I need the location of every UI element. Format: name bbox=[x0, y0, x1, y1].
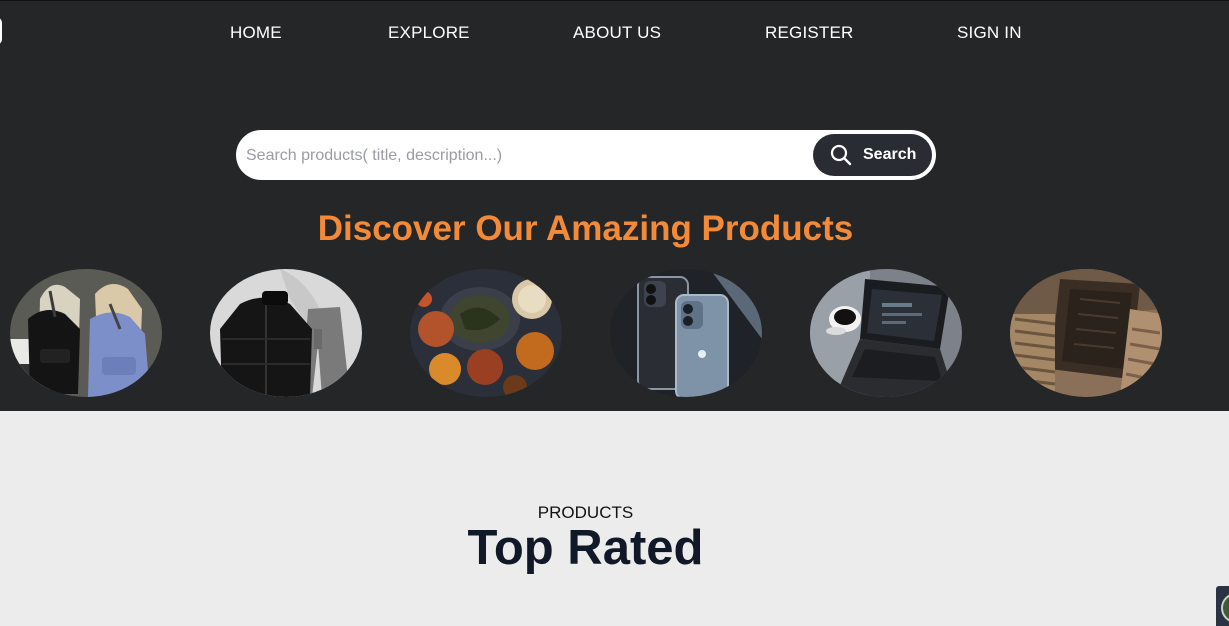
nav-home[interactable]: HOME bbox=[230, 23, 282, 43]
nav-sign-in[interactable]: SIGN IN bbox=[957, 23, 1022, 43]
phones-image bbox=[610, 269, 762, 397]
nav-explore[interactable]: EXPLORE bbox=[388, 23, 470, 43]
category-books[interactable] bbox=[1010, 269, 1162, 397]
search-bar: Search bbox=[236, 130, 936, 180]
search-icon bbox=[830, 144, 852, 166]
category-phones[interactable] bbox=[610, 269, 762, 397]
chat-avatar-icon bbox=[1221, 594, 1229, 622]
search-input[interactable] bbox=[244, 140, 808, 172]
category-backpacks[interactable] bbox=[10, 269, 162, 397]
clothing-image bbox=[210, 269, 362, 397]
category-laptops[interactable] bbox=[810, 269, 962, 397]
laptop-image bbox=[810, 269, 962, 397]
nav-register[interactable]: REGISTER bbox=[765, 23, 854, 43]
search-button[interactable]: Search bbox=[813, 134, 932, 176]
books-image bbox=[1010, 269, 1162, 397]
category-food[interactable] bbox=[410, 269, 562, 397]
chat-widget-button[interactable] bbox=[1216, 586, 1229, 626]
section-title: Top Rated bbox=[467, 521, 704, 575]
category-clothing[interactable] bbox=[210, 269, 362, 397]
hero-section: HOME EXPLORE ABOUT US REGISTER SIGN IN S… bbox=[0, 0, 1229, 411]
nav-about-us[interactable]: ABOUT US bbox=[573, 23, 661, 43]
search-button-label: Search bbox=[863, 146, 917, 163]
food-image bbox=[410, 269, 562, 397]
logo[interactable] bbox=[0, 17, 2, 45]
backpacks-image bbox=[10, 269, 162, 397]
hero-headline: Discover Our Amazing Products bbox=[317, 209, 854, 248]
